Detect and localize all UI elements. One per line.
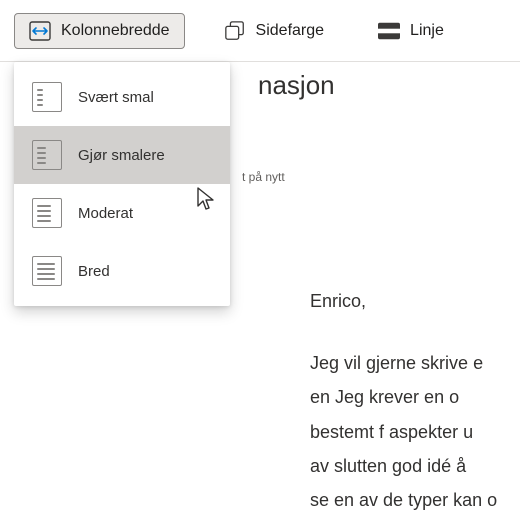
moderate-icon [32, 198, 62, 228]
greeting-text: Enrico, [310, 284, 520, 318]
toolbar: Kolonnebredde Sidefarge Linje [0, 0, 520, 62]
line-label: Linje [410, 22, 444, 40]
dropdown-item-wide[interactable]: Bred [14, 242, 230, 300]
page-color-label: Sidefarge [256, 22, 325, 40]
very-narrow-icon [32, 82, 62, 112]
body-text: Jeg vil gjerne skrive e en Jeg krever en… [310, 346, 520, 517]
dropdown-item-label: Gjør smalere [78, 147, 165, 164]
column-width-button[interactable]: Kolonnebredde [14, 13, 185, 49]
dropdown-item-label: Moderat [78, 205, 133, 222]
line-button[interactable]: Linje [363, 13, 459, 49]
dropdown-item-very-narrow[interactable]: Svært smal [14, 68, 230, 126]
page-color-icon [224, 20, 246, 42]
narrower-icon [32, 140, 62, 170]
dropdown-item-moderate[interactable]: Moderat [14, 184, 230, 242]
dropdown-item-narrower[interactable]: Gjør smalere [14, 126, 230, 184]
column-width-icon [29, 20, 51, 42]
wide-icon [32, 256, 62, 286]
dropdown-item-label: Bred [78, 263, 110, 280]
dropdown-item-label: Svært smal [78, 89, 154, 106]
column-width-dropdown: Svært smal Gjør smalere Moderat Bred [14, 62, 230, 306]
line-focus-icon [378, 20, 400, 42]
column-width-label: Kolonnebredde [61, 22, 170, 40]
page-color-button[interactable]: Sidefarge [209, 13, 340, 49]
